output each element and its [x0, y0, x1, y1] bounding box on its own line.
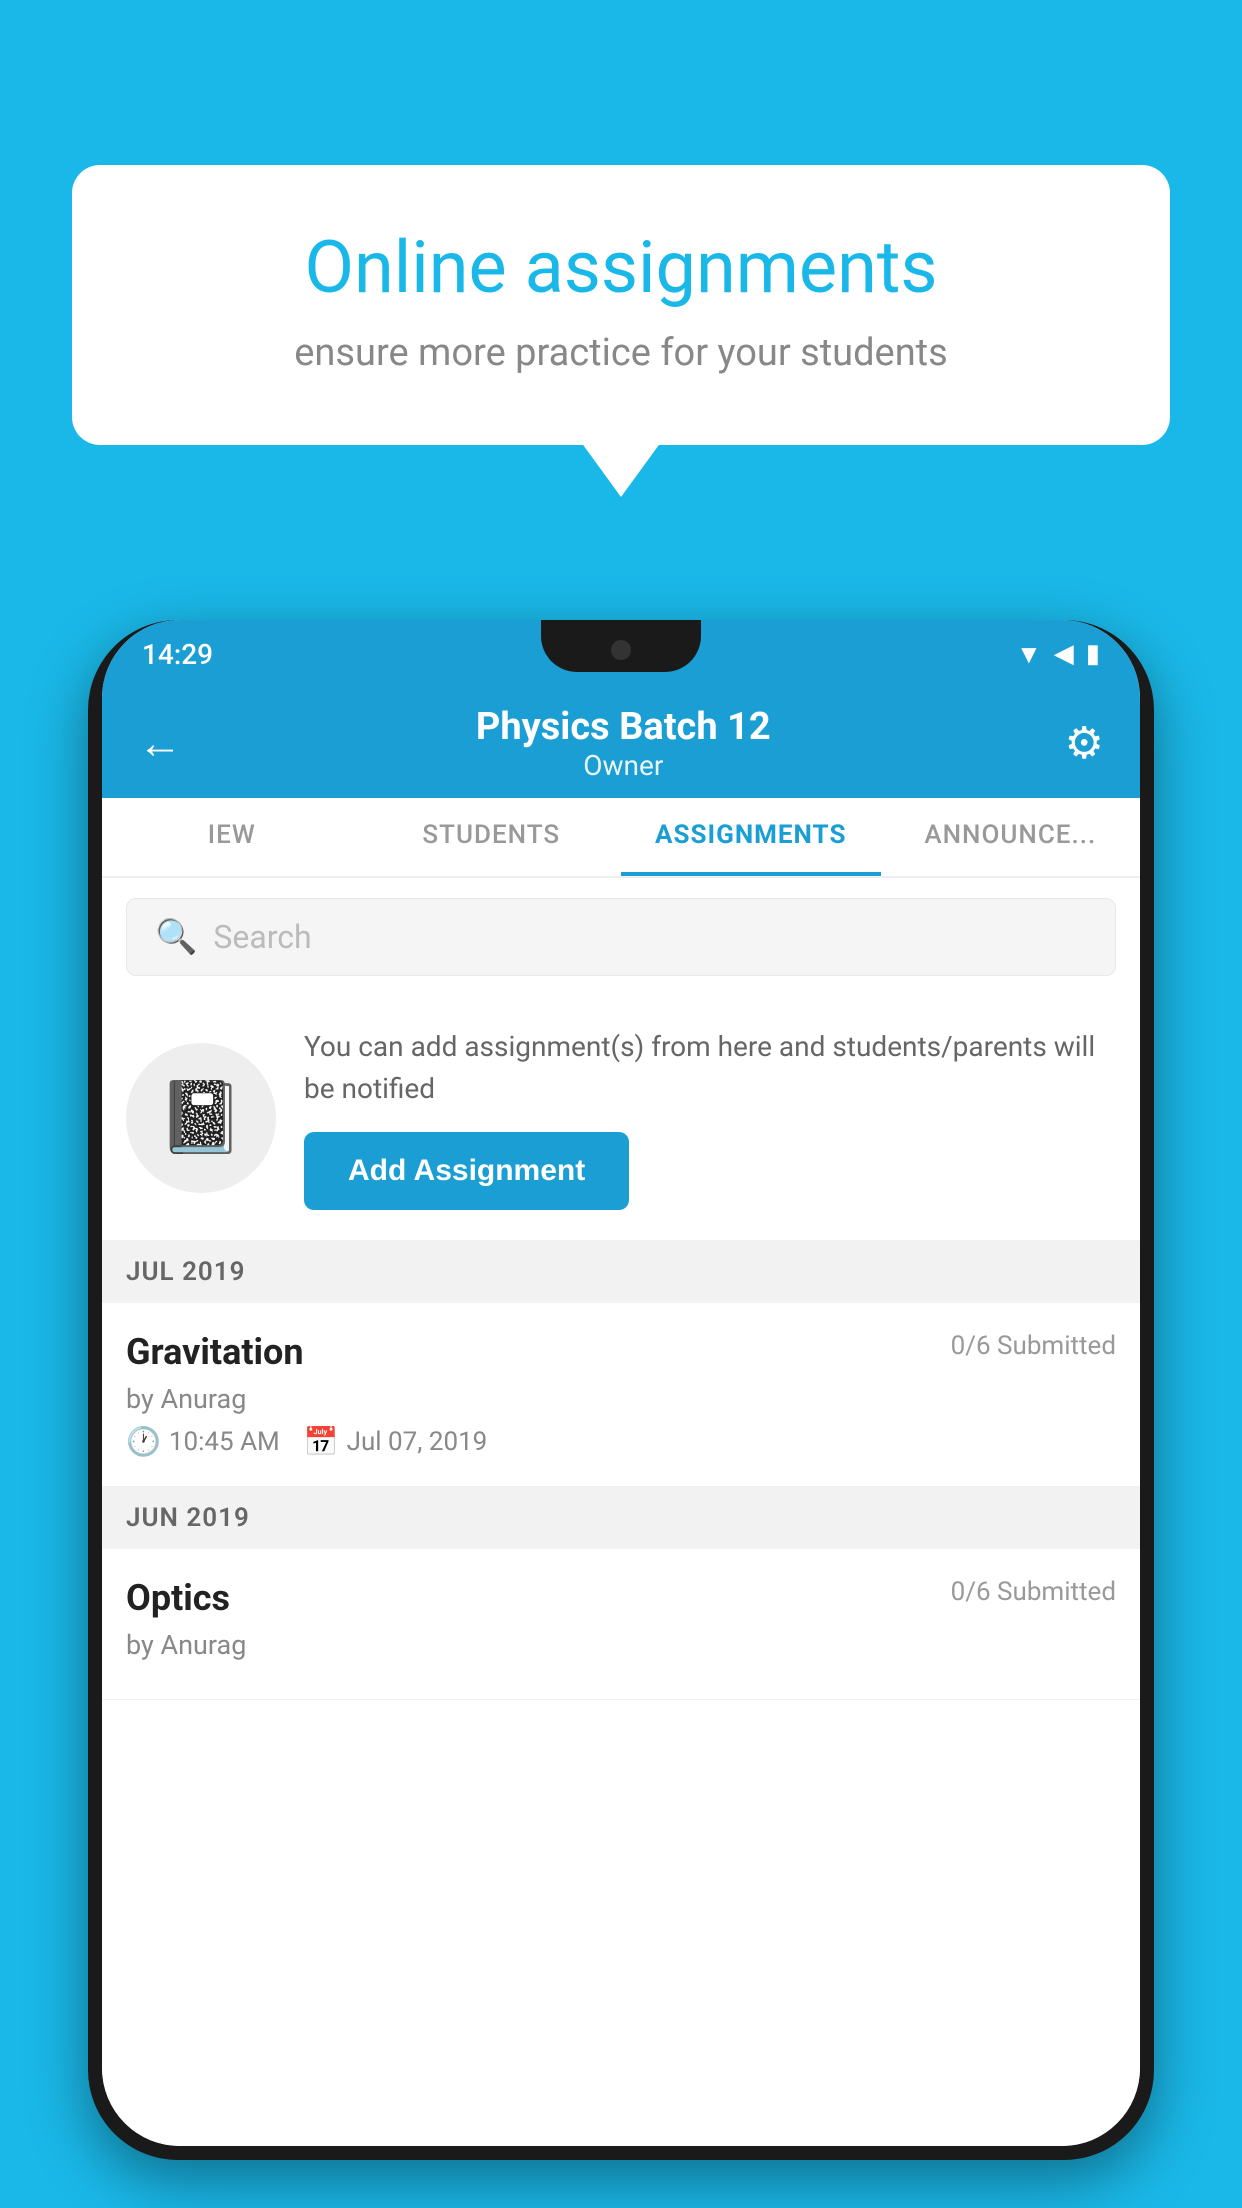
- front-camera: [611, 640, 631, 660]
- search-icon: 🔍: [155, 917, 197, 957]
- assignment-submitted-optics: 0/6 Submitted: [951, 1577, 1116, 1607]
- tab-iew[interactable]: IEW: [102, 798, 362, 876]
- assignment-top-row-optics: Optics 0/6 Submitted: [126, 1577, 1116, 1619]
- section-jun-2019: JUN 2019: [102, 1487, 1140, 1549]
- assignment-gravitation[interactable]: Gravitation 0/6 Submitted by Anurag 🕐 10…: [102, 1303, 1140, 1487]
- tab-announcements[interactable]: ANNOUNCE...: [881, 798, 1141, 876]
- tab-students[interactable]: STUDENTS: [362, 798, 622, 876]
- assignment-submitted-gravitation: 0/6 Submitted: [951, 1331, 1116, 1361]
- assignment-top-row: Gravitation 0/6 Submitted: [126, 1331, 1116, 1373]
- phone-screen: 14:29 ▼ ◀ ▮ ← Physics Batch 12: [102, 620, 1140, 2146]
- status-bar: 14:29 ▼ ◀ ▮: [102, 620, 1140, 688]
- bubble-subtitle: ensure more practice for your students: [142, 331, 1100, 375]
- status-time: 14:29: [142, 638, 213, 671]
- promo-text-area: You can add assignment(s) from here and …: [304, 1026, 1116, 1210]
- header-title-group: Physics Batch 12 Owner: [476, 705, 771, 782]
- section-jul-2019: JUL 2019: [102, 1241, 1140, 1303]
- assignment-icon-circle: 📓: [126, 1043, 276, 1193]
- clock-icon: 🕐: [126, 1425, 161, 1458]
- status-icons: ▼ ◀ ▮: [1016, 639, 1100, 670]
- screen-content: 14:29 ▼ ◀ ▮ ← Physics Batch 12: [102, 620, 1140, 2146]
- battery-icon: ▮: [1086, 639, 1100, 669]
- promo-description: You can add assignment(s) from here and …: [304, 1026, 1116, 1110]
- assignment-time: 🕐 10:45 AM: [126, 1425, 280, 1458]
- assignment-name-optics: Optics: [126, 1577, 230, 1619]
- bubble-title: Online assignments: [142, 225, 1100, 311]
- phone-frame: 14:29 ▼ ◀ ▮ ← Physics Batch 12: [88, 620, 1154, 2160]
- tab-assignments[interactable]: ASSIGNMENTS: [621, 798, 881, 876]
- assignment-name-gravitation: Gravitation: [126, 1331, 304, 1373]
- notebook-icon: 📓: [157, 1077, 244, 1159]
- promo-card: 📓 You can add assignment(s) from here an…: [102, 996, 1140, 1241]
- search-placeholder: Search: [213, 918, 311, 956]
- tabs-bar: IEW STUDENTS ASSIGNMENTS ANNOUNCE...: [102, 798, 1140, 878]
- assignment-optics[interactable]: Optics 0/6 Submitted by Anurag: [102, 1549, 1140, 1700]
- signal-icon: ◀: [1054, 639, 1074, 669]
- batch-title: Physics Batch 12: [476, 705, 771, 749]
- search-bar[interactable]: 🔍 Search: [126, 898, 1116, 976]
- back-button[interactable]: ←: [138, 717, 182, 769]
- phone-container: 14:29 ▼ ◀ ▮ ← Physics Batch 12: [88, 620, 1154, 2208]
- assignment-author-gravitation: by Anurag: [126, 1383, 1116, 1415]
- search-bar-container: 🔍 Search: [102, 878, 1140, 996]
- speech-bubble-card: Online assignments ensure more practice …: [72, 165, 1170, 445]
- settings-gear-icon[interactable]: ⚙: [1065, 717, 1104, 769]
- add-assignment-button[interactable]: Add Assignment: [304, 1132, 629, 1210]
- wifi-icon: ▼: [1016, 639, 1042, 670]
- assignment-meta-gravitation: 🕐 10:45 AM 📅 Jul 07, 2019: [126, 1425, 1116, 1458]
- assignment-time-value: 10:45 AM: [169, 1427, 280, 1457]
- assignment-date: 📅 Jul 07, 2019: [304, 1425, 488, 1458]
- calendar-icon: 📅: [304, 1425, 339, 1458]
- phone-notch: [541, 620, 701, 672]
- content-area: 🔍 Search 📓 You can add assignment(s) fro…: [102, 878, 1140, 2146]
- assignment-date-value: Jul 07, 2019: [347, 1427, 488, 1457]
- batch-role: Owner: [476, 749, 771, 782]
- app-header: ← Physics Batch 12 Owner ⚙: [102, 688, 1140, 798]
- assignment-author-optics: by Anurag: [126, 1629, 1116, 1661]
